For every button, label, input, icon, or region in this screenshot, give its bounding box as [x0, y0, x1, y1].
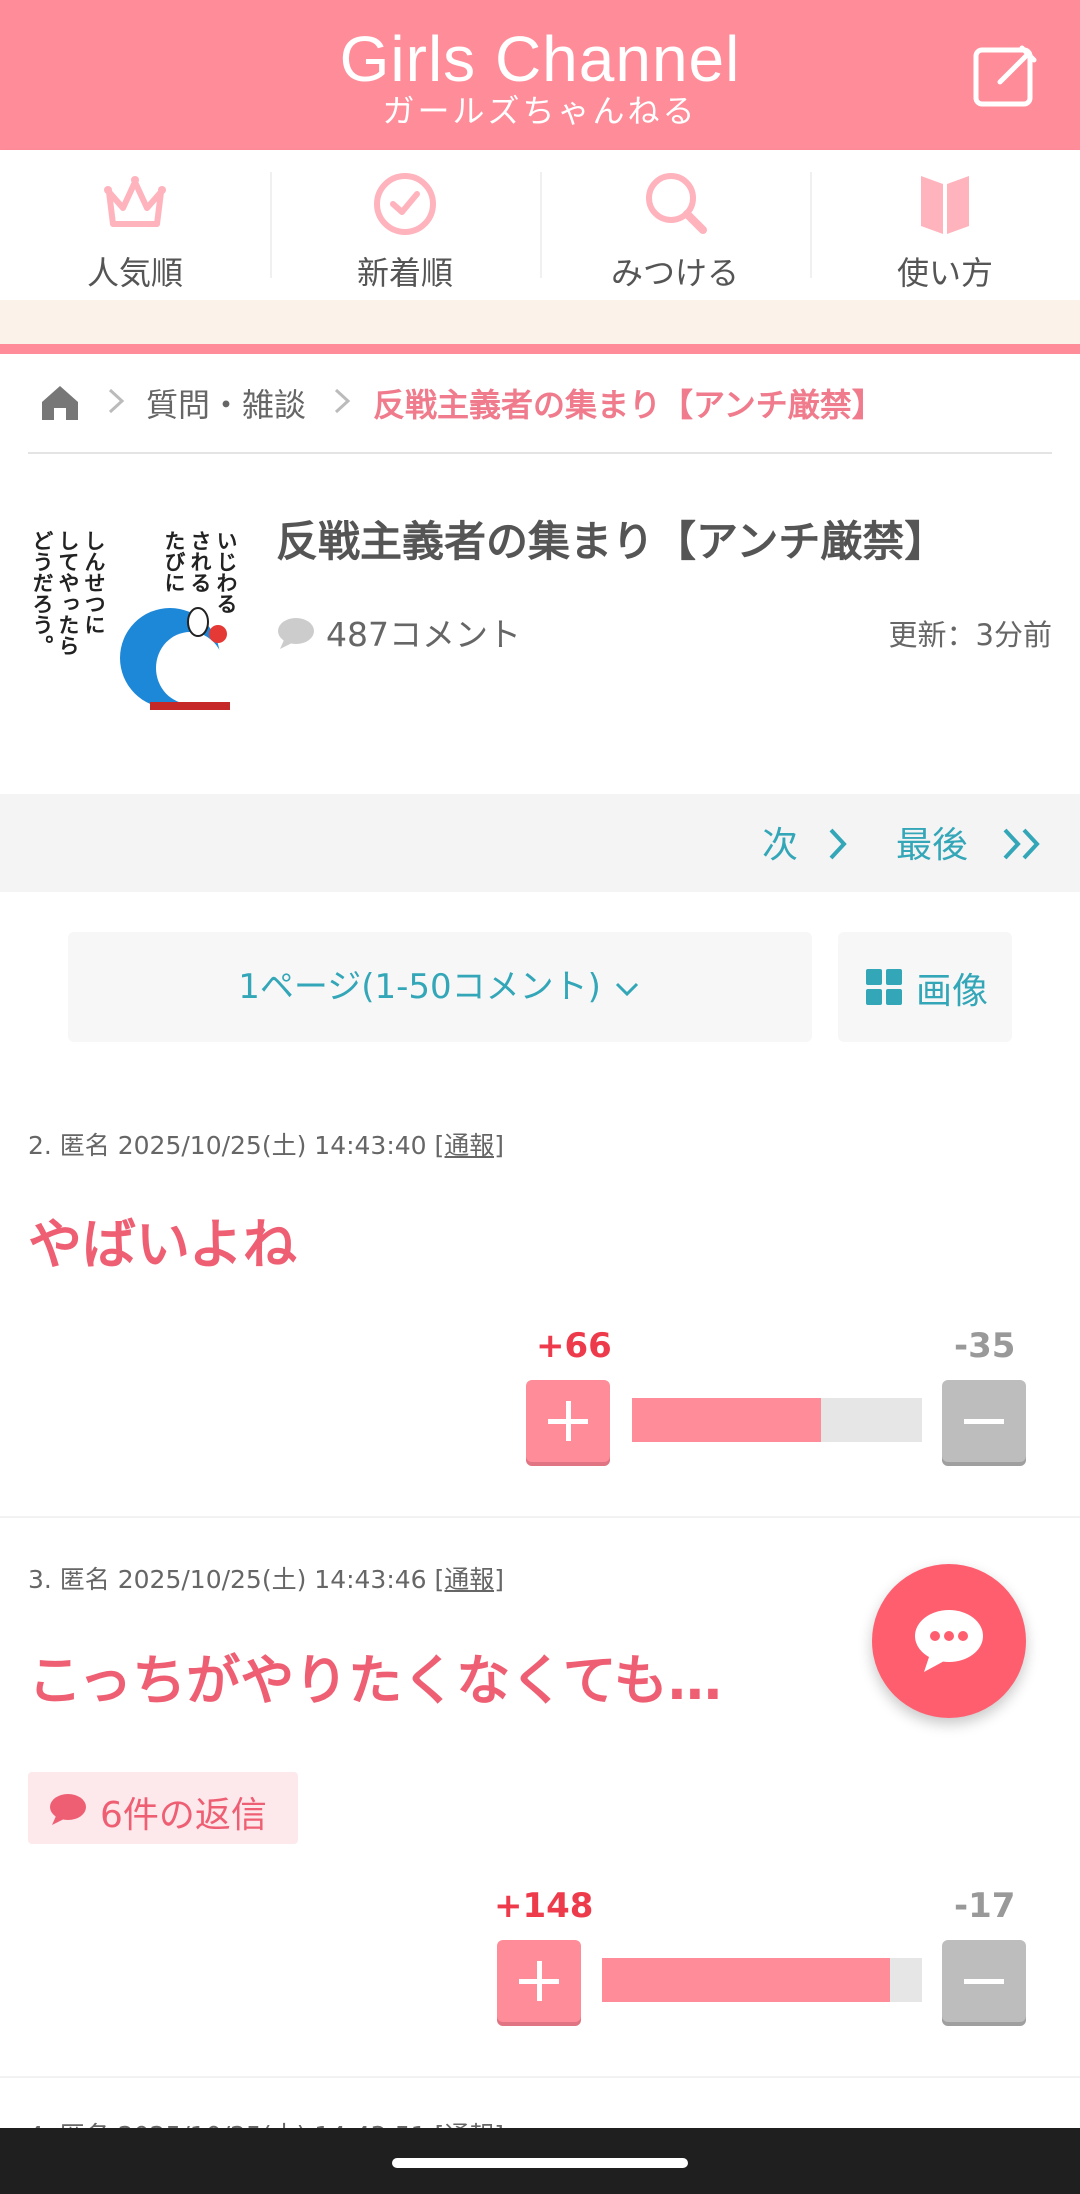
report-link[interactable]: [通報]: [435, 1131, 505, 1160]
crown-icon: [104, 176, 166, 227]
breadcrumb-category[interactable]: 質問・雑談: [146, 380, 306, 426]
chevron-right-icon: [334, 388, 351, 414]
comment-icon: [278, 618, 314, 649]
vote-bar-fill: [632, 1398, 821, 1442]
last-page-link[interactable]: 最後: [896, 816, 968, 868]
nav-howto[interactable]: 使い方: [810, 150, 1080, 300]
page: Girls Channel ガールズちゃんねる 人気順 新着順 みつける 使い方…: [0, 0, 1080, 2194]
nav-popular[interactable]: 人気順: [0, 150, 270, 300]
comment-meta: 3. 匿名 2025/10/25(土) 14:43:46 [通報]: [28, 1560, 504, 1596]
comment-divider: [0, 2076, 1080, 2078]
search-icon: [646, 173, 707, 234]
grid-icon: [866, 969, 902, 1005]
nav-search[interactable]: みつける: [540, 150, 810, 300]
pager: 次 最後: [0, 794, 1080, 892]
image-button[interactable]: 画像: [838, 932, 1012, 1042]
comment-icon: [50, 1794, 86, 1825]
minus-count: -17: [954, 1886, 1016, 1926]
plus-button[interactable]: [497, 1940, 581, 2022]
comment-meta-text: 2. 匿名 2025/10/25(土) 14:43:40: [28, 1131, 427, 1160]
page-select-label: 1ページ(1-50コメント): [238, 967, 601, 1007]
home-icon[interactable]: [38, 380, 82, 424]
breadcrumb-current: 反戦主義者の集まり【アンチ厳禁】: [373, 386, 884, 424]
replies-label: 6件の返信: [100, 1795, 267, 1836]
comment-count: 487コメント: [326, 615, 521, 654]
post-comment-button[interactable]: [872, 1564, 1026, 1718]
vote-bar: [632, 1398, 922, 1442]
comment-meta: 2. 匿名 2025/10/25(土) 14:43:40 [通報]: [28, 1126, 504, 1162]
minus-count: -35: [954, 1326, 1016, 1366]
minus-button[interactable]: [942, 1380, 1026, 1462]
svg-text:される: される: [188, 530, 212, 593]
chat-bubble-icon: [915, 1610, 983, 1672]
banner-stripe: [0, 300, 1080, 344]
minus-button[interactable]: [942, 1940, 1026, 2022]
page-select[interactable]: 1ページ(1-50コメント): [68, 932, 812, 1042]
svg-text:しんせつに: しんせつに: [82, 530, 106, 635]
main-nav: 人気順 新着順 みつける 使い方: [0, 150, 1080, 300]
logo-title[interactable]: Girls Channel: [0, 22, 1080, 96]
logo-subtitle: ガールズちゃんねる: [382, 92, 698, 130]
comment-body: こっちがやりたくなくても…: [28, 1649, 722, 1712]
nav-label: 人気順: [86, 254, 183, 292]
vote-bar: [602, 1958, 922, 2002]
vote-bar-fill: [602, 1958, 890, 2002]
comment-body: やばいよね: [28, 1213, 297, 1276]
double-chevron-right-icon: [1003, 828, 1040, 860]
plus-count: +66: [536, 1326, 612, 1366]
topic-title: 反戦主義者の集まり【アンチ厳禁】: [276, 517, 947, 566]
topic-thumbnail[interactable]: いじわる される たびに しんせつに してやったら どうだろう。: [30, 510, 250, 710]
chevron-right-icon: [829, 828, 847, 860]
home-indicator[interactable]: [392, 2158, 688, 2168]
nav-newest[interactable]: 新着順: [270, 150, 540, 300]
nav-label: みつける: [610, 254, 739, 292]
header: Girls Channel ガールズちゃんねる: [0, 0, 1080, 150]
svg-text:たびに: たびに: [162, 530, 186, 593]
svg-text:してやったら: してやったら: [56, 530, 80, 656]
svg-text:どうだろう。: どうだろう。: [30, 530, 54, 656]
plus-button[interactable]: [526, 1380, 610, 1462]
nav-label: 使い方: [896, 254, 993, 292]
comment-meta-text: 3. 匿名 2025/10/25(土) 14:43:46: [28, 1565, 427, 1594]
edit-icon[interactable]: [970, 40, 1040, 110]
nav-label: 新着順: [356, 254, 453, 292]
comment-divider: [0, 1516, 1080, 1518]
svg-text:いじわる: いじわる: [214, 530, 238, 614]
plus-count: +148: [494, 1886, 594, 1926]
updated-time: 更新：3分前: [888, 618, 1052, 652]
system-nav-bar: [0, 2128, 1080, 2194]
chevron-right-icon: [108, 388, 125, 414]
replies-button[interactable]: 6件の返信: [28, 1772, 298, 1844]
book-icon: [921, 176, 969, 234]
breadcrumb: 質問・雑談 反戦主義者の集まり【アンチ厳禁】: [28, 372, 1052, 454]
banner-line: [0, 344, 1080, 354]
chevron-down-icon: [615, 982, 638, 996]
clock-icon: [374, 173, 436, 235]
image-button-label: 画像: [916, 971, 989, 1012]
next-page-link[interactable]: 次: [762, 816, 798, 868]
report-link[interactable]: [通報]: [435, 1565, 505, 1594]
